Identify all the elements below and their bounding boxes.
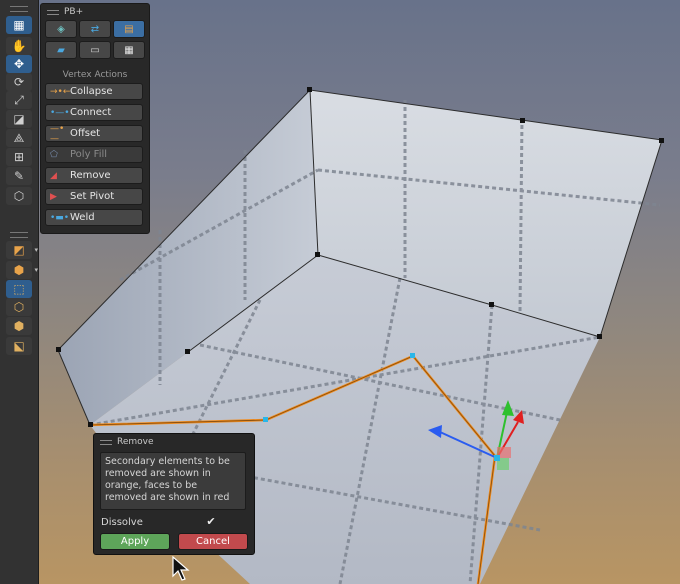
collapse-icon: →•← bbox=[50, 86, 71, 97]
remove-panel-title-text: Remove bbox=[117, 437, 154, 447]
poly-fill-button: ⬠ Poly Fill bbox=[45, 146, 143, 163]
rotate-tool-button[interactable]: ⟳ bbox=[6, 73, 32, 91]
scale-tool-button[interactable]: ⤢ bbox=[6, 91, 32, 109]
remove-options-panel: Remove Secondary elements to be removed … bbox=[93, 433, 255, 555]
edge-mode-button[interactable]: ⬡ bbox=[6, 298, 32, 316]
vertex-mode-button[interactable]: ⬚ bbox=[6, 280, 32, 298]
poly-fill-icon: ⬠ bbox=[50, 149, 58, 160]
custom-tool-button[interactable]: ⊞ bbox=[6, 148, 32, 166]
remove-info-text: Secondary elements to be removed are sho… bbox=[100, 452, 246, 510]
collapse-button[interactable]: →•← Collapse bbox=[45, 83, 143, 100]
pen-tool-button[interactable]: ✎ bbox=[6, 167, 32, 185]
remove-button[interactable]: ◢ Remove bbox=[45, 167, 143, 184]
checker-icon: ▦ bbox=[124, 44, 134, 56]
pivot-mode-icon: ⬕ bbox=[13, 339, 25, 353]
face-mode-button[interactable]: ⬢ bbox=[6, 317, 32, 335]
checkmark-icon: ✔ bbox=[206, 515, 216, 528]
hand-tool-icon: ✋ bbox=[11, 39, 27, 53]
new-shape-icon: ◈ bbox=[57, 23, 65, 35]
pb-panel-title[interactable]: PB+ bbox=[47, 6, 83, 18]
scale-tool-icon: ⤢ bbox=[14, 92, 24, 107]
material-icon: ▤ bbox=[124, 23, 134, 35]
dropdown-arrow-icon: ▾ bbox=[34, 266, 38, 274]
move-tool-button[interactable]: ✥ bbox=[6, 55, 32, 73]
object-mode-button[interactable]: ⬢ ▾ bbox=[6, 261, 38, 279]
smoothing-icon: ▭ bbox=[90, 44, 100, 56]
hand-tool-button[interactable]: ✋ bbox=[6, 37, 32, 55]
action-label: Remove bbox=[70, 170, 111, 181]
weld-button[interactable]: •▬• Weld bbox=[45, 209, 143, 226]
vertex-mode-icon: ⬚ bbox=[13, 282, 25, 296]
action-label: Offset bbox=[70, 128, 101, 139]
set-pivot-button[interactable]: ▶ Set Pivot bbox=[45, 188, 143, 205]
drag-handle-icon[interactable] bbox=[47, 9, 59, 15]
edge-mode-icon: ⬡ bbox=[13, 300, 25, 314]
connect-button[interactable]: •—• Connect bbox=[45, 104, 143, 121]
pen-tool-icon: ✎ bbox=[13, 169, 25, 183]
checker-button[interactable]: ▦ bbox=[113, 41, 145, 59]
open-folder-icon: ▰ bbox=[57, 44, 65, 56]
material-button[interactable]: ▤ bbox=[113, 20, 145, 38]
edit-mode-button[interactable]: ◩ ▾ bbox=[6, 241, 38, 259]
object-mode-icon: ⬢ bbox=[13, 263, 25, 277]
shape-tool-button[interactable]: ⬡ bbox=[6, 187, 32, 205]
apply-button[interactable]: Apply bbox=[100, 533, 170, 550]
vertex-actions-label: Vertex Actions bbox=[62, 70, 128, 80]
custom-tool-icon: ⊞ bbox=[13, 150, 25, 164]
shape-tool-icon: ⬡ bbox=[13, 189, 25, 203]
edit-mode-icon: ◩ bbox=[13, 243, 25, 257]
action-label: Connect bbox=[70, 107, 112, 118]
pb-panel-title-text: PB+ bbox=[64, 7, 84, 17]
smoothing-button[interactable]: ▭ bbox=[79, 41, 111, 59]
pivot-mode-button[interactable]: ⬕ bbox=[6, 337, 32, 355]
uv-editor-button[interactable]: ⇄ bbox=[79, 20, 111, 38]
action-label: Set Pivot bbox=[70, 191, 115, 202]
set-pivot-icon: ▶ bbox=[50, 191, 57, 202]
weld-icon: •▬• bbox=[50, 212, 70, 223]
dissolve-label: Dissolve bbox=[101, 517, 143, 528]
new-shape-button[interactable]: ◈ bbox=[45, 20, 77, 38]
uv-editor-icon: ⇄ bbox=[90, 23, 100, 35]
transform-tool-button[interactable]: ⟁ bbox=[6, 129, 32, 147]
face-mode-icon: ⬢ bbox=[13, 319, 25, 333]
dropdown-arrow-icon: ▾ bbox=[34, 246, 38, 254]
drag-handle-icon[interactable] bbox=[100, 439, 112, 445]
grid-snap-icon: ▦ bbox=[13, 18, 25, 32]
scene-viewport[interactable]: ▦ ✋ ✥ ⟳ ⤢ ◪ ⟁ ⊞ ✎ ⬡ ◩ ▾ ⬢ ▾ ⬚ ⬡ ⬢ ⬕ PB+ ◈ ⇄ ▤ ▰ ▭ ▦ Vertex Ac… bbox=[0, 0, 680, 584]
tools-toolbar: ▦ ✋ ✥ ⟳ ⤢ ◪ ⟁ ⊞ ✎ ⬡ ◩ ▾ ⬢ ▾ ⬚ ⬡ ⬢ ⬕ bbox=[0, 0, 39, 584]
dissolve-checkbox[interactable]: ✔ bbox=[205, 516, 217, 528]
move-tool-icon: ✥ bbox=[13, 57, 25, 71]
rotate-tool-icon: ⟳ bbox=[13, 75, 25, 89]
grid-snap-button[interactable]: ▦ bbox=[6, 16, 32, 34]
offset-button[interactable]: —•— Offset bbox=[45, 123, 143, 144]
rect-tool-icon: ◪ bbox=[13, 112, 25, 126]
transform-tool-icon: ⟁ bbox=[13, 130, 25, 145]
remove-icon: ◢ bbox=[50, 170, 57, 181]
connect-icon: •—• bbox=[50, 107, 70, 118]
action-label: Weld bbox=[70, 212, 95, 223]
remove-panel-title[interactable]: Remove bbox=[100, 436, 154, 448]
action-label: Poly Fill bbox=[70, 149, 108, 160]
mouse-cursor-icon bbox=[172, 556, 190, 581]
offset-icon: —•— bbox=[50, 123, 65, 144]
toolbar-grip[interactable] bbox=[10, 6, 28, 12]
toolbar-grip-2[interactable] bbox=[10, 232, 28, 238]
rect-tool-button[interactable]: ◪ bbox=[6, 110, 32, 128]
probuilder-panel: PB+ ◈ ⇄ ▤ ▰ ▭ ▦ Vertex Actions →•← Collapse •—•… bbox=[40, 3, 150, 234]
open-folder-button[interactable]: ▰ bbox=[45, 41, 77, 59]
action-label: Collapse bbox=[70, 86, 113, 97]
cancel-button[interactable]: Cancel bbox=[178, 533, 248, 550]
